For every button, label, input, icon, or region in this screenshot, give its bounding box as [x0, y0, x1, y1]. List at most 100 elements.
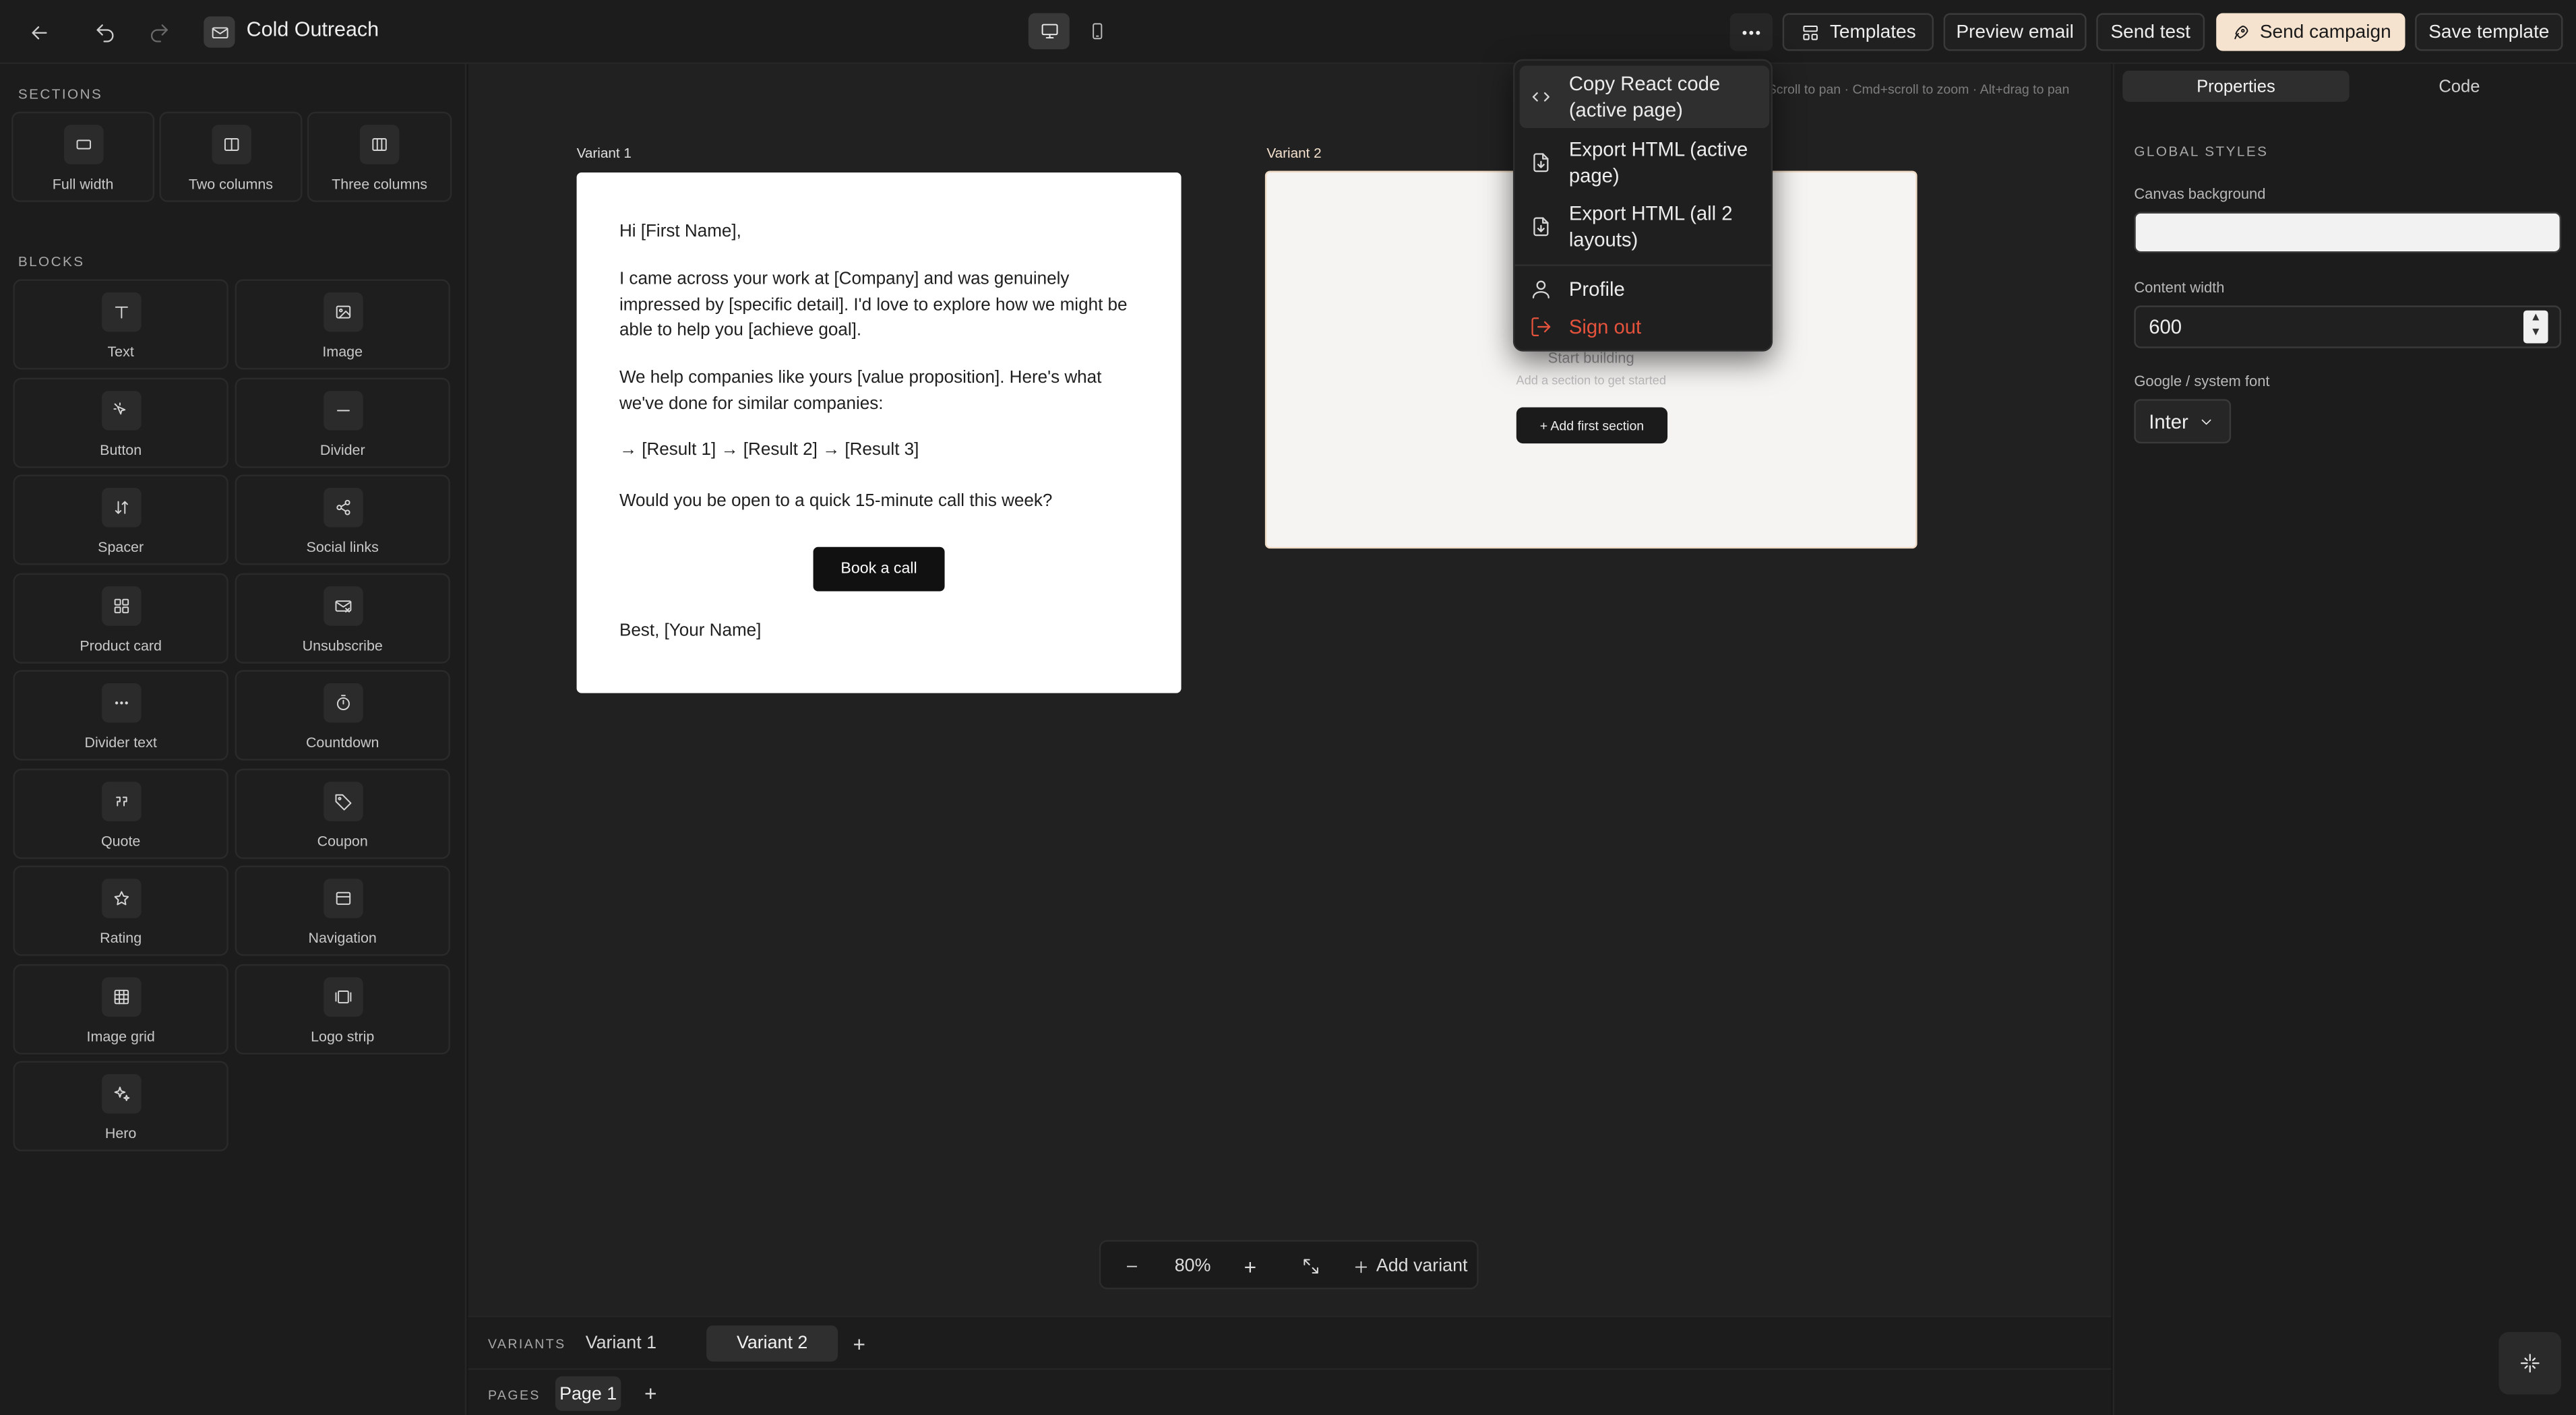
tab-code[interactable]: Code [2350, 71, 2570, 102]
content-width-input[interactable]: 600 [2134, 305, 2562, 348]
redo-icon[interactable] [142, 15, 178, 51]
stepper-down-icon[interactable]: ▼ [2523, 325, 2548, 340]
add-page-button[interactable]: + [638, 1377, 664, 1411]
mobile-view-button[interactable] [1076, 13, 1117, 50]
top-bar: Cold Outreach Templates Preview email Se… [0, 0, 2576, 65]
email-greeting[interactable]: Hi [First Name], [619, 220, 1145, 246]
email-preview-variant-1[interactable]: Hi [First Name], I came across your work… [576, 172, 1182, 693]
variant-2-label: Variant 2 [1266, 144, 1322, 161]
email-results[interactable]: → [Result 1] → [Result 2] → [Result 3] [619, 439, 1145, 464]
templates-button[interactable]: Templates [1782, 13, 1934, 51]
block-coupon[interactable]: Coupon [235, 767, 450, 858]
variants-bar: VARIANTS Variant 1 Variant 2 + [468, 1315, 2112, 1369]
mail-badge-icon [204, 16, 235, 48]
menu-item-label: Copy React code (active page) [1568, 72, 1721, 122]
sparkle-icon [2520, 1354, 2540, 1373]
divider-icon [322, 389, 363, 430]
menu-item-export-html-active[interactable]: Export HTML (active page) [1520, 131, 1770, 194]
add-first-section-button[interactable]: + Add first section [1516, 407, 1668, 444]
block-label: Divider text [84, 734, 157, 751]
back-arrow-icon[interactable] [22, 15, 58, 51]
email-paragraph-2[interactable]: We help companies like yours [value prop… [619, 367, 1145, 418]
rocket-icon [2234, 24, 2248, 39]
desktop-view-button[interactable] [1028, 13, 1070, 50]
content-width-label: Content width [2134, 279, 2225, 296]
block-rating[interactable]: Rating [13, 865, 228, 956]
full-width-icon [63, 125, 103, 164]
add-variant-label: Add variant [1376, 1256, 1468, 1276]
tag-icon [322, 781, 363, 821]
block-image-grid[interactable]: Image grid [13, 963, 228, 1054]
menu-item-copy-react[interactable]: Copy React code (active page) [1519, 65, 1770, 129]
section-two-columns[interactable]: Two columns [159, 111, 303, 202]
block-divider[interactable]: Divider [235, 377, 450, 468]
preview-email-button[interactable]: Preview email [1943, 13, 2087, 51]
block-label: Spacer [98, 538, 144, 555]
template-icon [1802, 24, 1818, 40]
menu-item-label: Export HTML (all 2 layouts) [1568, 201, 1733, 251]
email-paragraph-1[interactable]: I came across your work at [Company] and… [619, 268, 1145, 344]
variant-tab-1[interactable]: Variant 1 [578, 1327, 664, 1360]
block-divider-text[interactable]: Divider text [13, 670, 228, 761]
menu-item-profile[interactable]: Profile [1520, 273, 1770, 306]
send-test-label: Send test [2110, 22, 2190, 42]
block-label: Image [322, 343, 363, 360]
font-select[interactable]: Inter [2134, 399, 2232, 444]
block-button[interactable]: Button [13, 377, 228, 468]
menu-item-sign-out[interactable]: Sign out [1520, 311, 1770, 344]
add-variant-button[interactable]: Add variant [1351, 1242, 1469, 1291]
file-export-icon [1533, 153, 1549, 172]
block-navigation[interactable]: Navigation [235, 865, 450, 956]
section-three-columns[interactable]: Three columns [307, 111, 452, 202]
block-image[interactable]: Image [235, 279, 450, 370]
block-logo-strip[interactable]: Logo strip [235, 963, 450, 1054]
block-label: Logo strip [311, 1027, 375, 1044]
content-width-stepper[interactable]: ▲ ▼ [2523, 310, 2548, 344]
block-social-links[interactable]: Social links [235, 474, 450, 565]
block-label: Navigation [308, 929, 377, 946]
send-campaign-button[interactable]: Send campaign [2216, 13, 2405, 51]
email-question[interactable]: Would you be open to a quick 15-minute c… [619, 489, 1145, 515]
undo-icon[interactable] [87, 15, 123, 51]
block-quote[interactable]: Quote [13, 767, 228, 858]
block-spacer[interactable]: Spacer [13, 474, 228, 565]
image-icon [322, 292, 363, 332]
block-unsubscribe[interactable]: Unsubscribe [235, 572, 450, 663]
ai-assistant-button[interactable] [2498, 1331, 2562, 1395]
more-menu: Copy React code (active page) Export HTM… [1512, 59, 1773, 352]
zoom-out-button[interactable]: – [1114, 1242, 1151, 1291]
user-icon [1532, 280, 1550, 298]
page-tab-1[interactable]: Page 1 [555, 1376, 621, 1411]
block-text[interactable]: Text [13, 279, 228, 370]
section-full-width[interactable]: Full width [11, 111, 155, 202]
tab-properties[interactable]: Properties [2122, 70, 2350, 102]
section-label: Two columns [188, 175, 274, 193]
empty-state-title: Start building [1547, 350, 1634, 367]
menu-item-export-html-all[interactable]: Export HTML (all 2 layouts) [1520, 195, 1770, 258]
block-hero[interactable]: Hero [13, 1061, 228, 1152]
more-button[interactable] [1729, 13, 1773, 51]
block-label: Button [100, 441, 142, 458]
canvas-hint: Scroll to pan · Cmd+scroll to zoom · Alt… [1767, 82, 2070, 97]
email-signoff[interactable]: Best, [Your Name] [619, 619, 1145, 645]
sections-heading: SECTIONS [18, 85, 103, 102]
menu-item-label: Sign out [1568, 315, 1642, 339]
zoom-toolbar: – 80% + Add variant [1099, 1240, 1479, 1291]
section-label: Three columns [332, 175, 427, 193]
fit-screen-button[interactable] [1293, 1242, 1329, 1291]
canvas-background-input[interactable] [2134, 212, 2562, 253]
add-variant-tab-button[interactable]: + [846, 1327, 872, 1360]
zoom-in-button[interactable]: + [1232, 1242, 1268, 1291]
book-a-call-button[interactable]: Book a call [813, 546, 945, 592]
block-label: Hero [104, 1125, 137, 1142]
save-template-label: Save template [2428, 22, 2550, 42]
send-test-button[interactable]: Send test [2096, 13, 2205, 51]
save-template-button[interactable]: Save template [2415, 13, 2563, 51]
block-product-card[interactable]: Product card [13, 572, 228, 663]
block-countdown[interactable]: Countdown [235, 670, 450, 761]
stepper-up-icon[interactable]: ▲ [2523, 311, 2548, 325]
timer-icon [322, 683, 363, 723]
variant-tab-2[interactable]: Variant 2 [706, 1325, 838, 1362]
block-label: Product card [80, 636, 162, 653]
mail-x-icon [322, 585, 363, 625]
